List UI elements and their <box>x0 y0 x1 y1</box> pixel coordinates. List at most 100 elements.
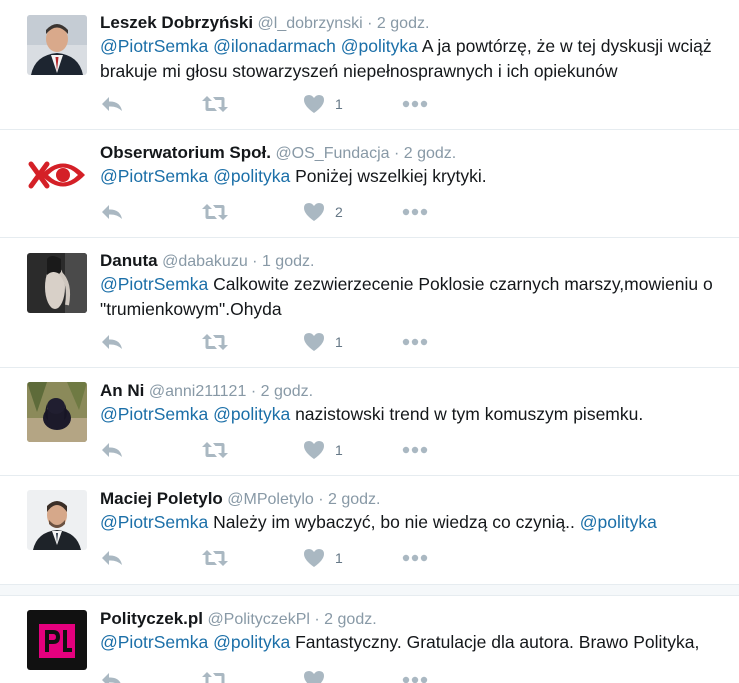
retweet-icon <box>202 550 228 566</box>
more-button[interactable] <box>402 200 428 224</box>
more-button[interactable] <box>402 668 428 683</box>
reply-button[interactable] <box>100 438 124 462</box>
reply-button[interactable] <box>100 200 124 224</box>
tweet: Danuta @dabakuzu · 1 godz. @PiotrSemka C… <box>0 238 739 368</box>
author-handle[interactable]: @l_dobrzynski <box>258 15 363 32</box>
avatar[interactable] <box>27 142 87 202</box>
author-name[interactable]: Maciej Poletylo <box>100 489 223 508</box>
retweet-button[interactable] <box>202 668 228 683</box>
reply-button[interactable] <box>100 546 124 570</box>
reply-icon <box>102 335 122 349</box>
author-name[interactable]: Leszek Dobrzyński <box>100 13 253 32</box>
like-button[interactable]: 1 <box>303 92 343 116</box>
tweet-text: @PiotrSemka @polityka nazistowski trend … <box>100 402 730 427</box>
tweet-body: nazistowski trend w tym komuszym pisemku… <box>295 404 644 424</box>
separator-dot: · <box>250 383 257 400</box>
mention-link[interactable]: @ilonadarmach <box>213 36 336 56</box>
retweet-button[interactable] <box>202 546 228 570</box>
separator-dot: · <box>252 253 258 270</box>
like-count: 1 <box>335 550 343 566</box>
mention-link[interactable]: @PiotrSemka <box>100 166 208 186</box>
tweet-time[interactable]: 2 godz. <box>377 15 429 32</box>
reply-icon <box>102 551 122 565</box>
like-button[interactable]: 2 <box>303 200 343 224</box>
heart-icon <box>304 441 324 459</box>
tweet-text: @PiotrSemka @polityka Fantastyczny. Grat… <box>100 630 730 655</box>
tweet-time[interactable]: 2 godz. <box>328 491 380 508</box>
reply-icon <box>102 205 122 219</box>
mention-link[interactable]: @polityka <box>341 36 418 56</box>
separator-dot: · <box>393 145 400 162</box>
like-button[interactable]: 1 <box>303 330 343 354</box>
reply-button[interactable] <box>100 92 124 116</box>
reply-button[interactable] <box>100 330 124 354</box>
like-count: 1 <box>335 96 343 112</box>
retweet-button[interactable] <box>202 330 228 354</box>
more-dots-icon <box>402 208 428 216</box>
reply-button[interactable] <box>100 668 124 683</box>
tweet-time[interactable]: 2 godz. <box>404 145 456 162</box>
avatar[interactable] <box>27 15 87 75</box>
retweet-icon <box>202 334 228 350</box>
author-handle[interactable]: @dabakuzu <box>162 253 248 270</box>
more-dots-icon <box>402 446 428 454</box>
tweet-time[interactable]: 1 godz. <box>262 253 314 270</box>
more-dots-icon <box>402 676 428 683</box>
more-button[interactable] <box>402 546 428 570</box>
tweet-time[interactable]: 2 godz. <box>324 611 376 628</box>
more-button[interactable] <box>402 330 428 354</box>
like-button[interactable] <box>303 668 335 683</box>
retweet-icon <box>202 672 228 683</box>
avatar[interactable] <box>27 382 87 442</box>
retweet-icon <box>202 204 228 220</box>
separator-dot: · <box>314 611 320 628</box>
author-name[interactable]: Danuta <box>100 251 158 270</box>
mention-link[interactable]: @PiotrSemka <box>100 632 208 652</box>
author-handle[interactable]: @anni211121 <box>149 383 247 400</box>
reply-icon <box>102 443 122 457</box>
mention-link[interactable]: @PiotrSemka <box>100 512 208 532</box>
retweet-icon <box>202 442 228 458</box>
retweet-button[interactable] <box>202 200 228 224</box>
more-button[interactable] <box>402 92 428 116</box>
avatar[interactable] <box>27 490 87 550</box>
heart-icon <box>304 95 324 113</box>
tweet-time[interactable]: 2 godz. <box>261 383 313 400</box>
like-button[interactable]: 1 <box>303 546 343 570</box>
reply-icon <box>102 673 121 683</box>
author-handle[interactable]: @MPoletylo <box>227 491 314 508</box>
mention-link[interactable]: @polityka <box>213 632 290 652</box>
tweet-body: Fantastyczny. Gratulacje dla autora. Bra… <box>295 632 700 652</box>
tweet: Maciej Poletylo @MPoletylo · 2 godz. @Pi… <box>0 476 739 584</box>
avatar[interactable] <box>27 253 87 313</box>
tweet: Obserwatorium Społ. @OS_Fundacja · 2 god… <box>0 130 739 238</box>
mention-link[interactable]: @polityka <box>213 404 290 424</box>
mention-link[interactable]: @PiotrSemka <box>100 36 208 56</box>
mention-link[interactable]: @PiotrSemka <box>100 274 208 294</box>
reply-icon <box>102 97 122 111</box>
author-name[interactable]: An Ni <box>100 381 144 400</box>
retweet-button[interactable] <box>202 92 228 116</box>
author-handle[interactable]: @PolityczekPl <box>207 611 310 628</box>
avatar[interactable] <box>27 610 87 670</box>
mention-link[interactable]: @polityka <box>213 166 290 186</box>
tweet-text: @PiotrSemka Calkowite zezwierzecenie Pok… <box>100 272 730 322</box>
more-button[interactable] <box>402 438 428 462</box>
mention-link[interactable]: @polityka <box>580 512 657 532</box>
tweet-text: @PiotrSemka Należy im wybaczyć, bo nie w… <box>100 510 730 535</box>
like-button[interactable]: 1 <box>303 438 343 462</box>
author-name[interactable]: Polityczek.pl <box>100 609 203 628</box>
heart-icon <box>304 671 324 683</box>
tweet-body: Poniżej wszelkiej krytyki. <box>295 166 487 186</box>
conversation-divider <box>0 584 739 596</box>
retweet-button[interactable] <box>202 438 228 462</box>
separator-dot: · <box>367 15 373 32</box>
author-handle[interactable]: @OS_Fundacja <box>275 145 389 162</box>
like-count: 1 <box>335 334 343 350</box>
heart-icon <box>304 333 324 351</box>
mention-link[interactable]: @PiotrSemka <box>100 404 208 424</box>
like-count: 2 <box>335 204 343 220</box>
more-dots-icon <box>402 554 428 562</box>
tweet-text: @PiotrSemka @polityka Poniżej wszelkiej … <box>100 164 730 189</box>
author-name[interactable]: Obserwatorium Społ. <box>100 143 271 162</box>
